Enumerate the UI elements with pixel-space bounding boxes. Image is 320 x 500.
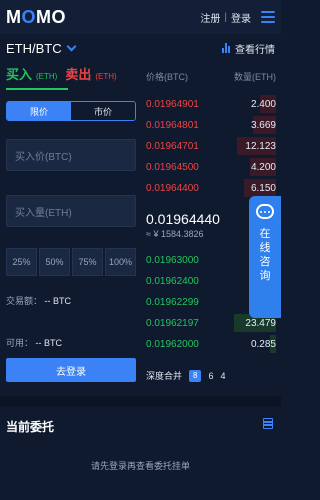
bid-quantity: 23.479 <box>245 317 276 329</box>
depth-option[interactable]: 6 <box>208 371 213 381</box>
ask-row[interactable]: 0.01964901 2.400 <box>146 95 276 113</box>
ask-row[interactable]: 0.01964701 12.123 <box>146 137 276 155</box>
chat-icon <box>256 204 274 219</box>
bid-row[interactable]: 0.01962000 0.285 <box>146 335 276 353</box>
tab-buy[interactable]: 买入 (ETH) <box>6 64 57 83</box>
view-market-label: 查看行情 <box>235 44 275 56</box>
ask-row[interactable]: 0.01964400 6.150 <box>146 179 276 197</box>
depth-option-selected[interactable]: 8 <box>189 369 202 382</box>
percent-selector: 25% 50% 75% 100% <box>6 248 136 276</box>
section-divider <box>0 396 281 406</box>
limit-order-button[interactable]: 限价 <box>7 102 71 120</box>
chart-bars-icon <box>222 43 232 53</box>
top-bar: M O MO 注册 | 登录 <box>0 0 281 34</box>
bid-row[interactable]: 0.01962197 23.479 <box>146 314 276 332</box>
tab-sell-unit: (ETH) <box>95 72 117 81</box>
tab-sell-label: 卖出 <box>65 67 92 82</box>
ask-price: 0.01964400 <box>146 182 199 194</box>
pair-row: ETH/BTC 查看行情 <box>0 38 281 58</box>
pair-label: ETH/BTC <box>6 40 62 56</box>
menu-icon[interactable] <box>261 11 275 23</box>
ask-quantity: 4.200 <box>250 161 276 173</box>
bid-quantity: 0.285 <box>250 338 276 350</box>
tab-buy-label: 买入 <box>6 67 33 82</box>
qty-column-header: 数量(ETH) <box>234 72 276 82</box>
price-column-header: 价格(BTC) <box>146 72 188 82</box>
register-link[interactable]: 注册 <box>200 10 220 25</box>
logo-letter: M <box>6 6 22 27</box>
logo-letter: O <box>21 6 37 27</box>
depth-option[interactable]: 4 <box>220 371 225 381</box>
chevron-down-icon <box>66 41 77 51</box>
current-orders-title: 当前委托 <box>6 420 55 434</box>
available-label: 可用： <box>6 338 34 348</box>
trade-volume-label: 交易额： <box>6 296 43 306</box>
percent-75-button[interactable]: 75% <box>72 248 103 276</box>
bid-price: 0.01962000 <box>146 338 199 350</box>
percent-50-button[interactable]: 50% <box>39 248 70 276</box>
tab-sell[interactable]: 卖出 (ETH) <box>65 64 116 83</box>
empty-orders-note: 请先登录再查看委托挂单 <box>90 461 190 471</box>
ask-price: 0.01964500 <box>146 161 199 173</box>
go-login-button[interactable]: 去登录 <box>6 358 136 382</box>
ask-price: 0.01964701 <box>146 140 199 152</box>
momo-logo[interactable]: M O MO <box>6 7 66 28</box>
last-price: 0.01964440 <box>146 211 220 227</box>
tab-buy-unit: (ETH) <box>36 72 58 81</box>
logo-letter: MO <box>36 6 67 27</box>
ask-row[interactable]: 0.01964500 4.200 <box>146 158 276 176</box>
view-market-link[interactable]: 查看行情 <box>222 41 275 56</box>
bid-price: 0.01962400 <box>146 275 199 287</box>
bid-price: 0.01962197 <box>146 317 199 329</box>
ask-price: 0.01964901 <box>146 98 199 110</box>
trade-volume: 交易额： -- BTC <box>6 294 71 307</box>
bid-price: 0.01962299 <box>146 296 199 308</box>
ask-quantity: 3.669 <box>250 119 276 131</box>
ask-price: 0.01964801 <box>146 119 199 131</box>
available-value: -- BTC <box>35 338 63 348</box>
online-consult-button[interactable]: 在线咨询 <box>249 196 281 318</box>
login-link[interactable]: 登录 <box>231 10 251 25</box>
last-price-cny: ≈ ¥ 1584.3826 <box>146 229 204 239</box>
bid-price: 0.01963000 <box>146 254 199 266</box>
depth-label: 深度合并 <box>146 371 183 381</box>
depth-merge: 深度合并 8 6 4 <box>146 369 226 382</box>
percent-100-button[interactable]: 100% <box>105 248 136 276</box>
order-type-toggle: 限价 市价 <box>6 101 136 121</box>
ask-quantity: 12.123 <box>245 140 276 152</box>
percent-25-button[interactable]: 25% <box>6 248 37 276</box>
orderbook-header: 价格(BTC) 数量(ETH) <box>146 70 276 83</box>
pair-selector[interactable]: ETH/BTC <box>6 40 77 56</box>
ask-quantity: 2.400 <box>250 98 276 110</box>
ask-row[interactable]: 0.01964801 3.669 <box>146 116 276 134</box>
auth-links: 注册 | 登录 <box>200 10 275 25</box>
online-consult-label: 在线咨询 <box>259 228 271 282</box>
layers-icon[interactable] <box>262 418 274 430</box>
market-order-button[interactable]: 市价 <box>71 102 135 120</box>
ask-quantity: 6.150 <box>250 182 276 194</box>
trade-volume-value: -- BTC <box>44 296 72 306</box>
active-tab-underline <box>6 88 68 90</box>
buy-amount-input[interactable]: 买入量(ETH) <box>6 195 136 227</box>
buy-price-input[interactable]: 买入价(BTC) <box>6 139 136 171</box>
trade-tabs: 买入 (ETH) 卖出 (ETH) <box>6 64 117 83</box>
auth-separator: | <box>224 11 227 23</box>
available-balance: 可用： -- BTC <box>6 336 62 349</box>
